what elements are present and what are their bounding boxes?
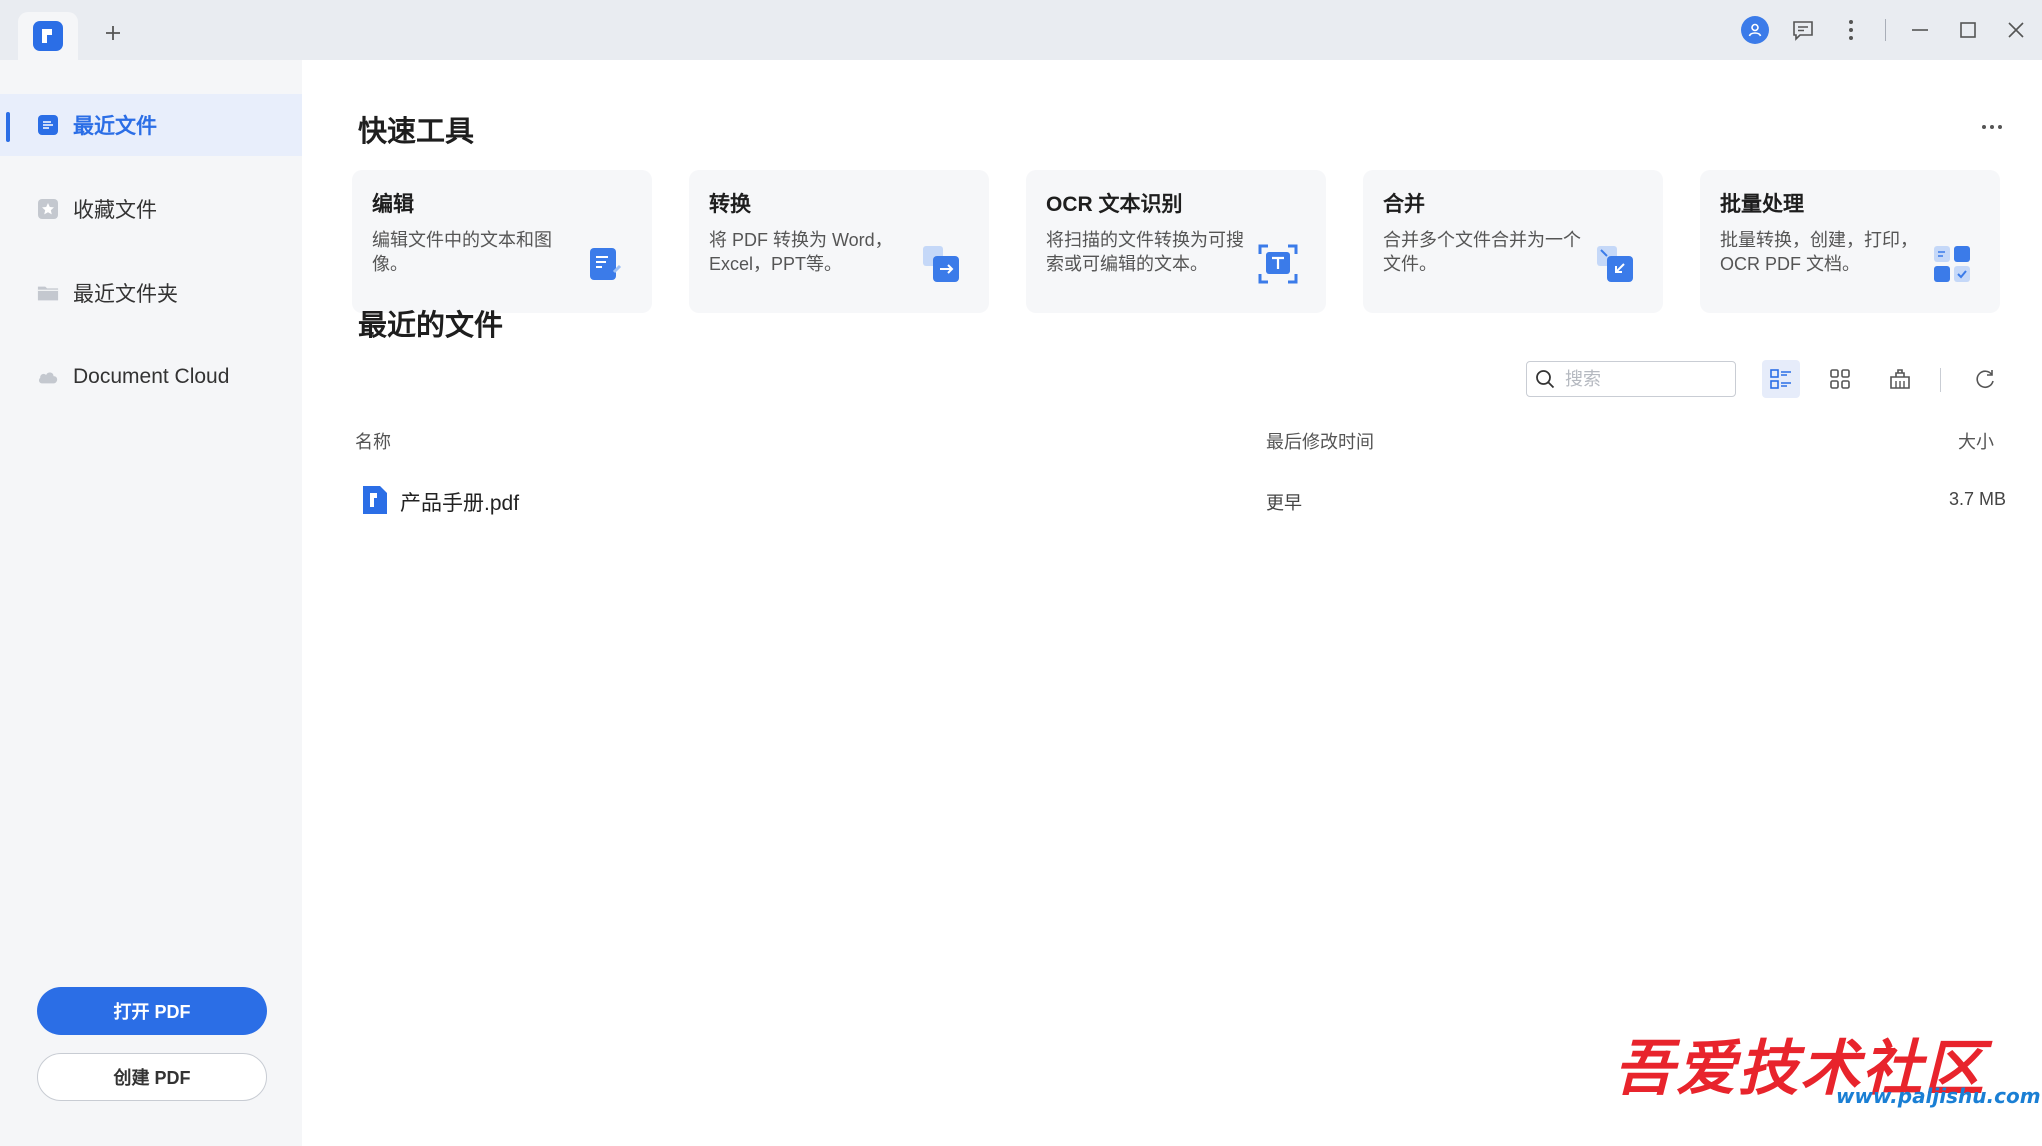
- create-pdf-button[interactable]: 创建 PDF: [37, 1053, 267, 1101]
- tool-card-ocr[interactable]: OCR 文本识别 将扫描的文件转换为可搜索或可编辑的文本。: [1026, 170, 1326, 313]
- more-horizontal-icon: [1982, 125, 2002, 129]
- feedback-button[interactable]: [1779, 0, 1827, 60]
- tool-title: 编辑: [372, 193, 414, 216]
- search-box: [1526, 361, 1736, 397]
- app-logo-icon: [33, 21, 63, 51]
- maximize-button[interactable]: [1944, 0, 1992, 60]
- sidebar-item-label: Document Cloud: [73, 365, 230, 388]
- sidebar: 最近文件 收藏文件 最近文件夹 Document Cloud 打开 PDF 创建…: [0, 60, 302, 1146]
- pdf-file-icon: [363, 486, 387, 514]
- more-vertical-icon: [1849, 20, 1853, 40]
- user-button[interactable]: [1731, 0, 1779, 60]
- list-view-icon: [1770, 369, 1791, 389]
- edit-doc-icon: [590, 248, 622, 280]
- clear-icon: [1890, 369, 1910, 389]
- list-view-button[interactable]: [1762, 360, 1800, 398]
- close-button[interactable]: [1992, 0, 2040, 60]
- sidebar-item-label: 收藏文件: [73, 199, 157, 222]
- tool-title: OCR 文本识别: [1046, 193, 1183, 216]
- merge-icon: [1597, 246, 1633, 282]
- title-bar: [0, 0, 2042, 60]
- tool-card-convert[interactable]: 转换 将 PDF 转换为 Word，Excel，PPT等。: [689, 170, 989, 313]
- home-tab[interactable]: [18, 12, 78, 60]
- user-icon: [1741, 16, 1769, 44]
- folder-icon: [37, 282, 59, 304]
- sidebar-item-recent-files[interactable]: 最近文件: [0, 94, 302, 156]
- quick-tools-more-button[interactable]: [1972, 112, 2012, 142]
- tool-title: 转换: [709, 193, 751, 216]
- tool-card-batch[interactable]: 批量处理 批量转换，创建，打印，OCR PDF 文档。: [1700, 170, 2000, 313]
- tool-description: 编辑文件中的文本和图像。: [372, 230, 552, 274]
- cloud-icon: [37, 366, 59, 388]
- grid-view-button[interactable]: [1821, 360, 1859, 398]
- refresh-button[interactable]: [1966, 360, 2004, 398]
- file-modified: 更早: [1266, 493, 1302, 513]
- sidebar-item-label: 最近文件: [73, 115, 157, 138]
- tool-title: 批量处理: [1720, 193, 1804, 216]
- tool-card-merge[interactable]: 合并 合并多个文件合并为一个文件。: [1363, 170, 1663, 313]
- file-name: 产品手册.pdf: [400, 492, 520, 515]
- quick-tools-list: 编辑 编辑文件中的文本和图像。 转换 将 PDF 转换为 Word，Excel，…: [352, 170, 2000, 313]
- watermark-url: www.paljishu.com: [1836, 1084, 2041, 1108]
- minimize-button[interactable]: [1896, 0, 1944, 60]
- close-icon: [2008, 22, 2024, 38]
- file-size: 3.7 MB: [1948, 489, 2006, 509]
- sidebar-item-label: 最近文件夹: [73, 283, 178, 306]
- recent-file-icon: [37, 114, 59, 136]
- tool-description: 将扫描的文件转换为可搜索或可编辑的文本。: [1046, 230, 1244, 274]
- watermark-logo: 吾爱技术社区 www.paljishu.com: [1614, 1020, 2041, 1130]
- menu-button[interactable]: [1827, 0, 1875, 60]
- window-controls: [1731, 0, 2042, 60]
- sidebar-item-favorites[interactable]: 收藏文件: [0, 178, 302, 240]
- star-file-icon: [37, 198, 59, 220]
- column-header-name[interactable]: 名称: [355, 428, 391, 454]
- grid-view-icon: [1830, 369, 1850, 389]
- new-tab-button[interactable]: [100, 20, 126, 46]
- sidebar-item-recent-folders[interactable]: 最近文件夹: [0, 262, 302, 324]
- toolbar-separator: [1940, 368, 1941, 392]
- tool-description: 将 PDF 转换为 Word，Excel，PPT等。: [709, 230, 893, 274]
- column-header-modified[interactable]: 最后修改时间: [1266, 428, 1374, 454]
- main-content: 快速工具 编辑 编辑文件中的文本和图像。 转换 将 PDF 转换为 Word，E…: [302, 60, 2042, 1146]
- minimize-icon: [1912, 29, 1928, 31]
- batch-icon: [1934, 246, 1970, 282]
- column-header-size[interactable]: 大小: [1958, 428, 1994, 454]
- comment-icon: [1793, 21, 1813, 41]
- quick-tools-title: 快速工具: [358, 116, 475, 148]
- ocr-scan-icon: [1258, 244, 1298, 284]
- convert-icon: [923, 246, 959, 282]
- search-icon: [1536, 370, 1555, 389]
- tool-description: 批量转换，创建，打印，OCR PDF 文档。: [1720, 230, 1918, 274]
- clear-list-button[interactable]: [1881, 360, 1919, 398]
- title-separator: [1885, 19, 1886, 41]
- pdf-app-window: 最近文件 收藏文件 最近文件夹 Document Cloud 打开 PDF 创建…: [0, 0, 2042, 1146]
- tool-card-edit[interactable]: 编辑 编辑文件中的文本和图像。: [352, 170, 652, 313]
- refresh-icon: [1976, 370, 1994, 388]
- search-input[interactable]: [1565, 368, 1725, 390]
- plus-icon: [106, 26, 120, 40]
- tool-title: 合并: [1383, 193, 1425, 216]
- open-pdf-button[interactable]: 打开 PDF: [37, 987, 267, 1035]
- table-row[interactable]: 产品手册.pdf 更早 3.7 MB: [352, 469, 2006, 525]
- maximize-icon: [1960, 22, 1976, 38]
- sidebar-item-document-cloud[interactable]: Document Cloud: [0, 346, 302, 408]
- recent-files-title: 最近的文件: [358, 310, 504, 342]
- tool-description: 合并多个文件合并为一个文件。: [1383, 230, 1581, 274]
